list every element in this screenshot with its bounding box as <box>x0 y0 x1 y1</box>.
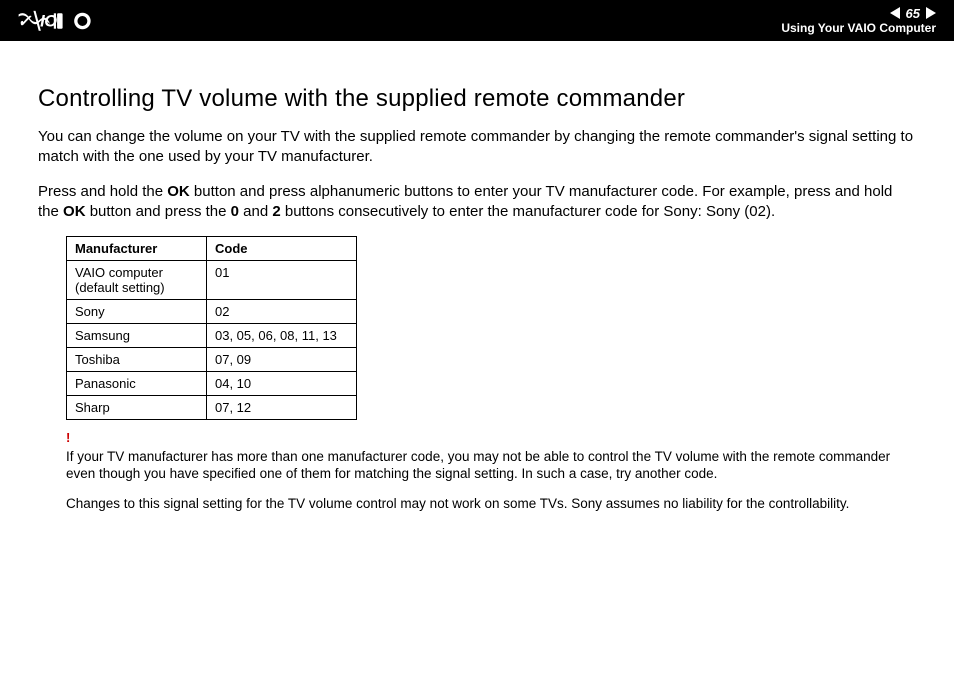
text: and <box>239 203 272 220</box>
svg-text:✓╲IO: ✓╲IO <box>18 10 58 31</box>
warning-icon: ! <box>66 430 916 447</box>
vaio-logo: ✓╲IO <box>12 10 122 32</box>
col-manufacturer: Manufacturer <box>67 237 207 261</box>
cell-manufacturer: Panasonic <box>67 372 207 396</box>
table-row: VAIO computer (default setting)01 <box>67 261 357 300</box>
intro-paragraph: You can change the volume on your TV wit… <box>38 127 916 168</box>
page-title: Controlling TV volume with the supplied … <box>38 85 916 113</box>
ok-button-ref: OK <box>167 183 190 200</box>
header-right: 65 Using Your VAIO Computer <box>781 6 936 36</box>
cell-code: 04, 10 <box>207 372 357 396</box>
text: Press and hold the <box>38 183 167 200</box>
cell-code: 03, 05, 06, 08, 11, 13 <box>207 324 357 348</box>
table-row: Sharp07, 12 <box>67 396 357 420</box>
prev-page-icon[interactable] <box>890 7 900 19</box>
cell-manufacturer: Sony <box>67 300 207 324</box>
cell-manufacturer: Toshiba <box>67 348 207 372</box>
cell-manufacturer: Samsung <box>67 324 207 348</box>
table-body: VAIO computer (default setting)01 Sony02… <box>67 261 357 420</box>
table-header-row: Manufacturer Code <box>67 237 357 261</box>
zero-button-ref: 0 <box>231 203 239 220</box>
table-row: Samsung03, 05, 06, 08, 11, 13 <box>67 324 357 348</box>
col-code: Code <box>207 237 357 261</box>
cell-code: 02 <box>207 300 357 324</box>
text: buttons consecutively to enter the manuf… <box>281 203 775 220</box>
cell-manufacturer: VAIO computer (default setting) <box>67 261 207 300</box>
cell-manufacturer: Sharp <box>67 396 207 420</box>
warning-block: ! If your TV manufacturer has more than … <box>66 430 916 513</box>
two-button-ref: 2 <box>272 203 280 220</box>
warning-text-2: Changes to this signal setting for the T… <box>66 495 916 513</box>
section-title: Using Your VAIO Computer <box>781 21 936 35</box>
table-row: Sony02 <box>67 300 357 324</box>
table-row: Toshiba07, 09 <box>67 348 357 372</box>
manufacturer-code-table: Manufacturer Code VAIO computer (default… <box>66 236 357 420</box>
page-number: 65 <box>906 6 920 22</box>
instruction-paragraph: Press and hold the OK button and press a… <box>38 182 916 223</box>
next-page-icon[interactable] <box>926 7 936 19</box>
cell-code: 07, 12 <box>207 396 357 420</box>
table-row: Panasonic04, 10 <box>67 372 357 396</box>
cell-code: 07, 09 <box>207 348 357 372</box>
page-navigator: 65 <box>890 6 936 22</box>
warning-text-1: If your TV manufacturer has more than on… <box>66 448 916 483</box>
page-content: Controlling TV volume with the supplied … <box>0 41 954 513</box>
cell-code: 01 <box>207 261 357 300</box>
text: button and press the <box>86 203 231 220</box>
ok-button-ref: OK <box>63 203 86 220</box>
header-bar: ✓╲IO 65 Using Your VAIO Computer <box>0 0 954 41</box>
